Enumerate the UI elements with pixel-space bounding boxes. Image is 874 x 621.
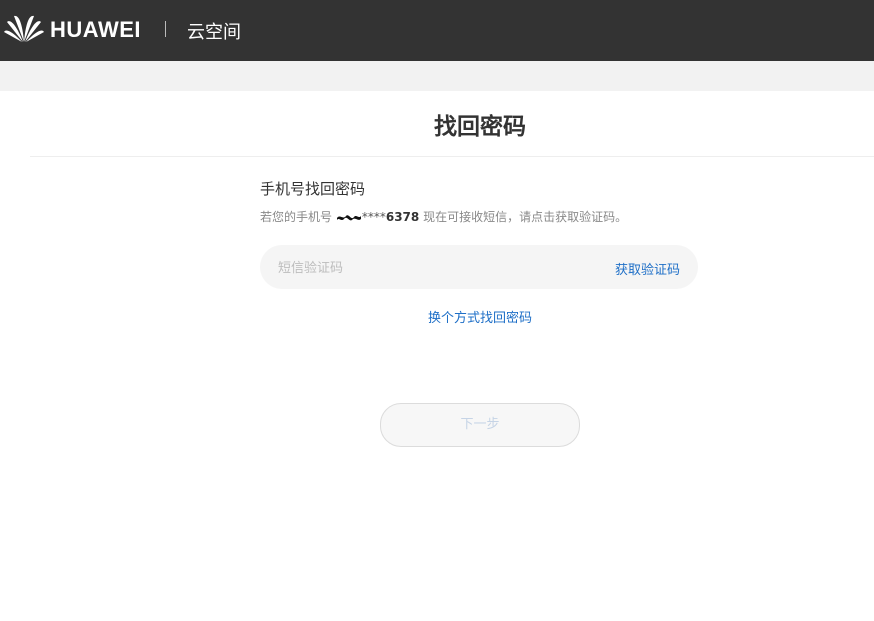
next-step-button[interactable]: 下一步 <box>380 403 580 447</box>
masked-digits: **** <box>361 210 386 224</box>
huawei-logo-icon <box>4 15 44 42</box>
section-title: 手机号找回密码 <box>260 180 366 198</box>
phone-suffix: 6378 <box>385 210 420 224</box>
title-divider <box>30 156 874 157</box>
redaction-scribble-icon <box>336 215 361 221</box>
top-header-bar: HUAWEI 云空间 <box>0 0 874 61</box>
sms-code-field: 获取验证码 <box>260 245 698 291</box>
product-name: 云空间 <box>187 22 241 43</box>
hint-prefix: 若您的手机号 <box>260 210 333 224</box>
switch-method-link[interactable]: 换个方式找回密码 <box>330 307 630 326</box>
page-title: 找回密码 <box>434 114 526 140</box>
get-code-link[interactable]: 获取验证码 <box>615 259 680 278</box>
hint-suffix: 现在可接收短信，请点击获取验证码。 <box>419 210 628 224</box>
sms-code-input[interactable] <box>276 245 600 291</box>
header-separator <box>165 21 166 37</box>
brand-name: HUAWEI <box>50 17 141 42</box>
sub-header-strip <box>0 61 874 91</box>
sms-hint-text: 若您的手机号 ****6378 现在可接收短信，请点击获取验证码。 <box>260 208 627 225</box>
